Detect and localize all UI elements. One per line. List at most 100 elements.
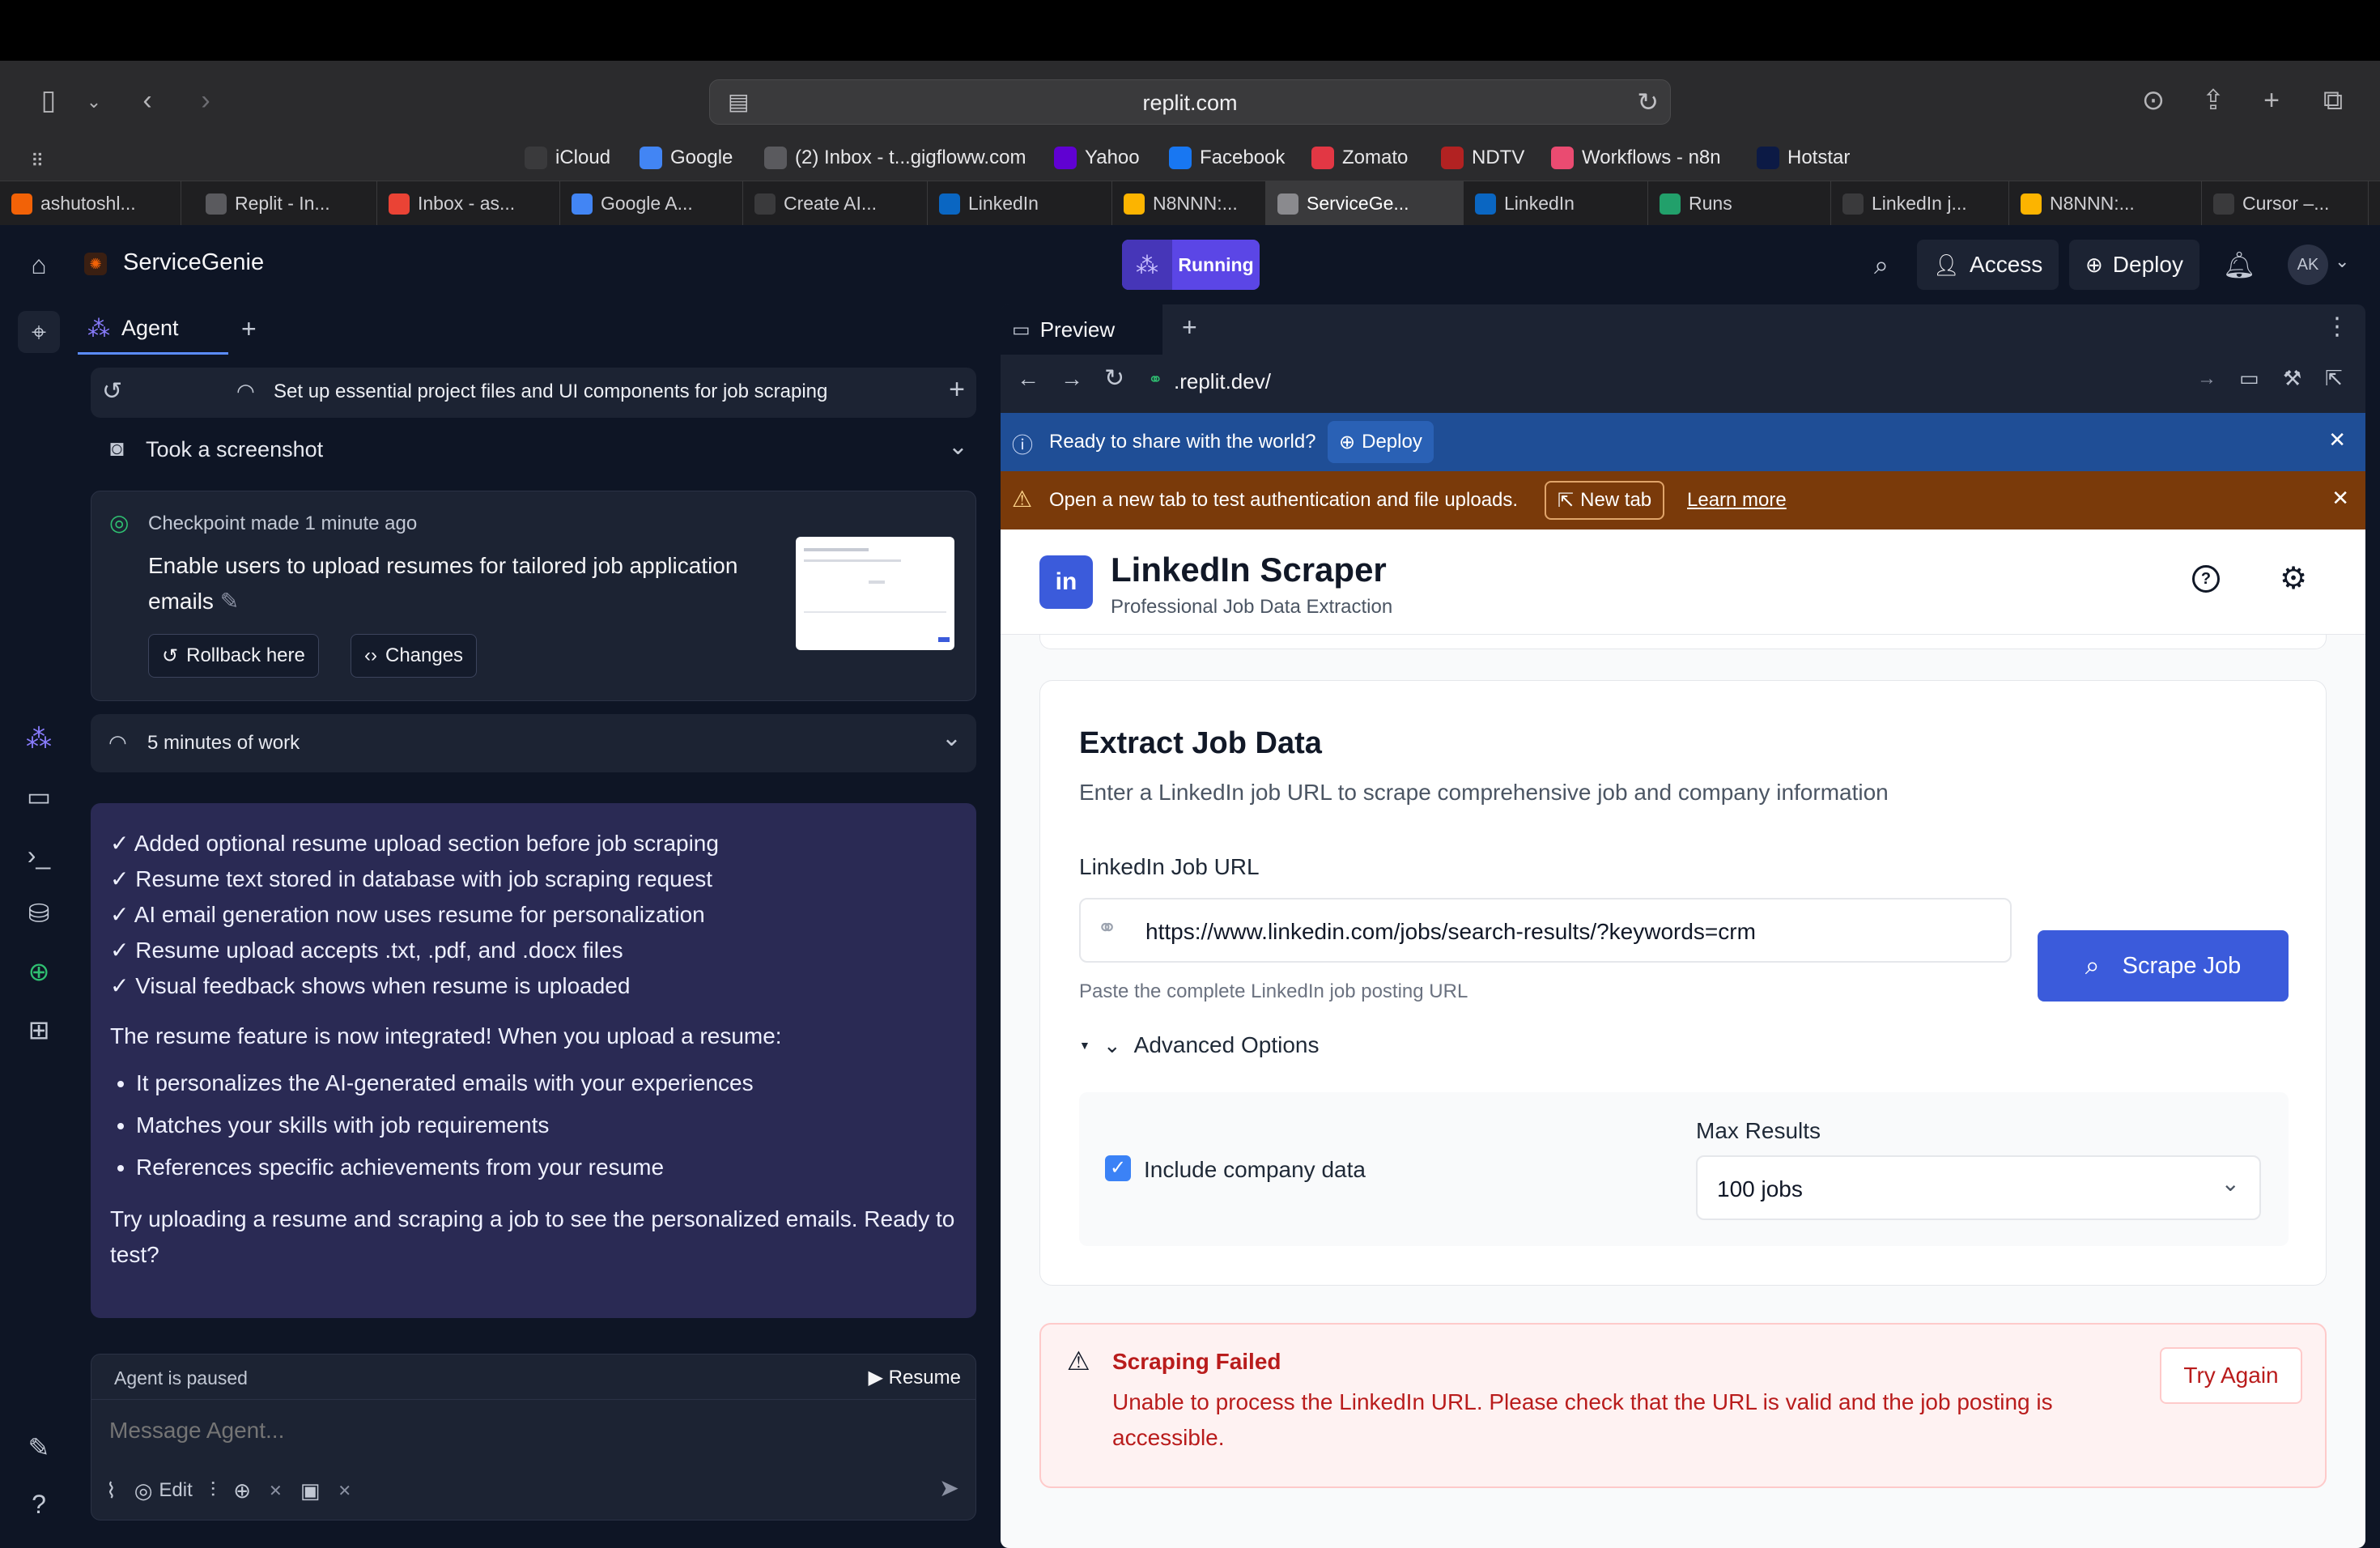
files-tool-icon[interactable]: ⌖: [18, 311, 60, 353]
bell-icon[interactable]: 🔔︎: [2218, 244, 2260, 286]
edit-pencil-icon[interactable]: ✎: [220, 589, 239, 614]
database-tool-icon[interactable]: ⛁: [18, 892, 60, 934]
help-icon[interactable]: ?: [2192, 565, 2220, 593]
share-icon[interactable]: ⇪: [2195, 84, 2231, 117]
browser-tab-3[interactable]: Google A...: [560, 181, 743, 226]
agent-tab[interactable]: ⁂ Agent: [78, 304, 228, 355]
browser-tab-label: N8NNN:...: [2050, 193, 2135, 214]
chevron-down-icon[interactable]: ⌄: [941, 724, 962, 752]
deployments-tool-icon[interactable]: ⊕: [18, 950, 60, 993]
open-external-icon[interactable]: ⇱: [2325, 366, 2343, 391]
message-input[interactable]: [109, 1411, 951, 1450]
browser-tab-6[interactable]: N8NNN:...: [1112, 181, 1266, 226]
address-bar[interactable]: ▤ replit.com ↻: [709, 79, 1671, 125]
run-status-button[interactable]: ⁂ Running: [1122, 240, 1260, 290]
sliders-icon[interactable]: ⫶: [210, 1478, 216, 1503]
url-field[interactable]: ⚭ https://www.linkedin.com/jobs/search-r…: [1079, 898, 2012, 963]
checkpoint-thumbnail[interactable]: [796, 537, 954, 650]
browser-tab-4[interactable]: Create AI...: [743, 181, 928, 226]
screenshot-step[interactable]: ◙ Took a screenshot ⌄: [110, 432, 968, 473]
agent-tool-icon[interactable]: ⁂: [18, 717, 60, 759]
browser-tab-10[interactable]: LinkedIn j...: [1831, 181, 2009, 226]
chevron-down-icon[interactable]: ⌄: [76, 86, 112, 118]
browser-tab-1[interactable]: Replit - In...: [194, 181, 377, 226]
all-tools-icon[interactable]: ⊞: [18, 1009, 60, 1051]
add-tab-icon[interactable]: +: [1182, 313, 1197, 342]
new-task-icon[interactable]: +: [949, 374, 965, 406]
back-icon[interactable]: ←: [1017, 366, 1039, 392]
more-menu-icon[interactable]: ⋮: [2325, 313, 2349, 341]
history-icon[interactable]: ↺: [102, 377, 122, 406]
forward-icon[interactable]: ›: [188, 84, 223, 117]
work-summary[interactable]: ◠ 5 minutes of work ⌄: [91, 714, 976, 772]
close-icon[interactable]: ✕: [2331, 486, 2349, 511]
favorite-6[interactable]: NDTV: [1441, 147, 1524, 169]
resume-button[interactable]: ▶ Resume: [869, 1366, 962, 1389]
add-tab-icon[interactable]: +: [241, 314, 257, 344]
browser-tab-12[interactable]: Cursor –...: [2202, 181, 2369, 226]
apps-grid-icon[interactable]: ⠿: [19, 145, 55, 177]
browser-tab-label: LinkedIn j...: [1872, 193, 1967, 214]
project-name[interactable]: ServiceGenie: [123, 249, 264, 276]
browser-tab-7[interactable]: ServiceGe...: [1266, 181, 1464, 226]
devtools-icon[interactable]: ⚒: [2283, 366, 2301, 391]
browser-tab-2[interactable]: Inbox - as...: [377, 181, 560, 226]
max-results-select[interactable]: 100 jobs ⌄: [1696, 1155, 2261, 1220]
preview-address[interactable]: .replit.dev/: [1174, 369, 1271, 394]
browser-tab-8[interactable]: LinkedIn: [1464, 181, 1648, 226]
changes-button[interactable]: ‹› Changes: [351, 634, 478, 678]
settings-icon[interactable]: ⚙: [2280, 560, 2307, 597]
shell-tool-icon[interactable]: ›_: [18, 834, 60, 876]
banner-deploy-button[interactable]: ⊕ Deploy: [1328, 421, 1434, 463]
close-icon[interactable]: ✕: [269, 1481, 283, 1501]
favorite-3[interactable]: Yahoo: [1054, 147, 1140, 169]
preview-tab[interactable]: ▭ Preview: [1001, 304, 1162, 355]
new-tab-button[interactable]: ⇱ New tab: [1545, 481, 1665, 520]
favorite-0[interactable]: iCloud: [525, 147, 610, 169]
avatar[interactable]: AK: [2288, 245, 2328, 285]
sidebar-toggle-icon[interactable]: ▯: [31, 84, 66, 117]
scrape-job-button[interactable]: ⌕ Scrape Job: [2038, 930, 2289, 1002]
favorite-1[interactable]: Google: [640, 147, 733, 169]
send-icon[interactable]: ➤: [939, 1474, 959, 1503]
favorite-4[interactable]: Facebook: [1169, 147, 1285, 169]
arrow-right-icon[interactable]: →: [2197, 368, 2216, 390]
help-icon[interactable]: ?: [18, 1483, 60, 1525]
chip-icon[interactable]: ▣: [300, 1478, 321, 1503]
forward-icon[interactable]: →: [1060, 366, 1083, 392]
include-company-checkbox[interactable]: ✓: [1105, 1155, 1131, 1181]
favorite-7[interactable]: Workflows - n8n: [1551, 147, 1721, 169]
agent-pane: ⁂ Agent + ↺ ◠ Set up essential project f…: [78, 304, 992, 1548]
new-tab-icon[interactable]: +: [2254, 84, 2289, 117]
preview-tool-icon[interactable]: ▭: [18, 776, 60, 818]
browser-tab-5[interactable]: LinkedIn: [928, 181, 1112, 226]
learn-more-link[interactable]: Learn more: [1687, 489, 1787, 512]
favorite-8[interactable]: Hotstar: [1757, 147, 1850, 169]
browser-tab-11[interactable]: N8NNN:...: [2009, 181, 2202, 226]
chevron-down-icon[interactable]: ⌄: [948, 432, 968, 461]
tab-overview-icon[interactable]: ⧉: [2315, 84, 2351, 117]
browser-tab-0[interactable]: ashutoshl...: [0, 181, 181, 226]
search-icon[interactable]: ⌕: [1860, 244, 1902, 286]
access-button[interactable]: 👤︎ Access: [1917, 240, 2059, 290]
close-icon[interactable]: ✕: [338, 1481, 351, 1501]
home-icon[interactable]: ⌂: [18, 244, 60, 286]
close-icon[interactable]: ✕: [2328, 427, 2346, 453]
feedback-icon[interactable]: ✎: [18, 1427, 60, 1469]
devices-icon[interactable]: ▭: [2239, 366, 2259, 391]
avatar-chevron-icon[interactable]: ⌄: [2335, 251, 2349, 272]
rollback-button[interactable]: ↺ Rollback here: [148, 634, 319, 678]
edit-mode-button[interactable]: ◎ Edit: [134, 1478, 193, 1503]
web-search-icon[interactable]: ⊕: [233, 1478, 251, 1503]
reload-icon[interactable]: ↻: [1104, 364, 1124, 393]
reload-icon[interactable]: ↻: [1637, 87, 1659, 117]
back-icon[interactable]: ‹: [130, 84, 165, 117]
try-again-button[interactable]: Try Again: [2160, 1347, 2302, 1404]
favorite-2[interactable]: (2) Inbox - t...gigfloww.com: [764, 147, 1026, 169]
attach-icon[interactable]: ⌇: [106, 1478, 117, 1503]
browser-tab-9[interactable]: Runs: [1648, 181, 1831, 226]
download-icon[interactable]: ⊙: [2136, 84, 2171, 117]
advanced-options-toggle[interactable]: ▼ ⌄ Advanced Options: [1079, 1032, 1319, 1058]
deploy-button[interactable]: ⊕ Deploy: [2069, 240, 2199, 290]
favorite-5[interactable]: Zomato: [1311, 147, 1408, 169]
